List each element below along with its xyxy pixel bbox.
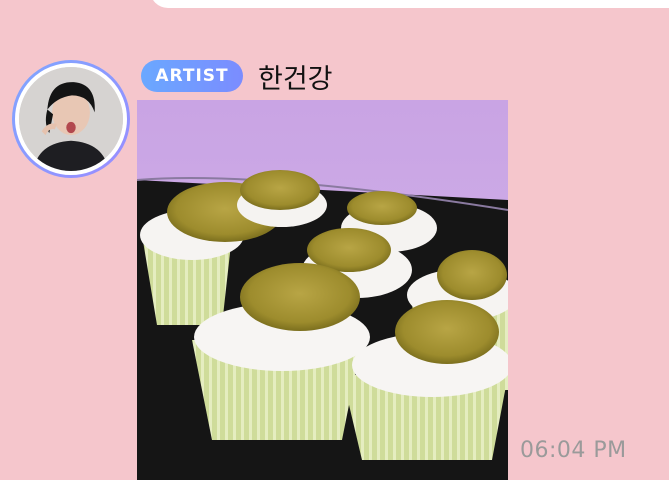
artist-avatar[interactable] bbox=[12, 60, 130, 178]
sender-name[interactable]: 한건강 bbox=[258, 58, 333, 95]
message-photo[interactable] bbox=[137, 100, 508, 480]
previous-message-bubble bbox=[150, 0, 669, 8]
artist-badge: ARTIST bbox=[141, 60, 243, 92]
avatar-photo bbox=[15, 63, 127, 175]
avatar-image bbox=[19, 67, 123, 171]
message-timestamp: 06:04 PM bbox=[520, 438, 627, 463]
pickle-cupcakes-image bbox=[137, 100, 508, 480]
